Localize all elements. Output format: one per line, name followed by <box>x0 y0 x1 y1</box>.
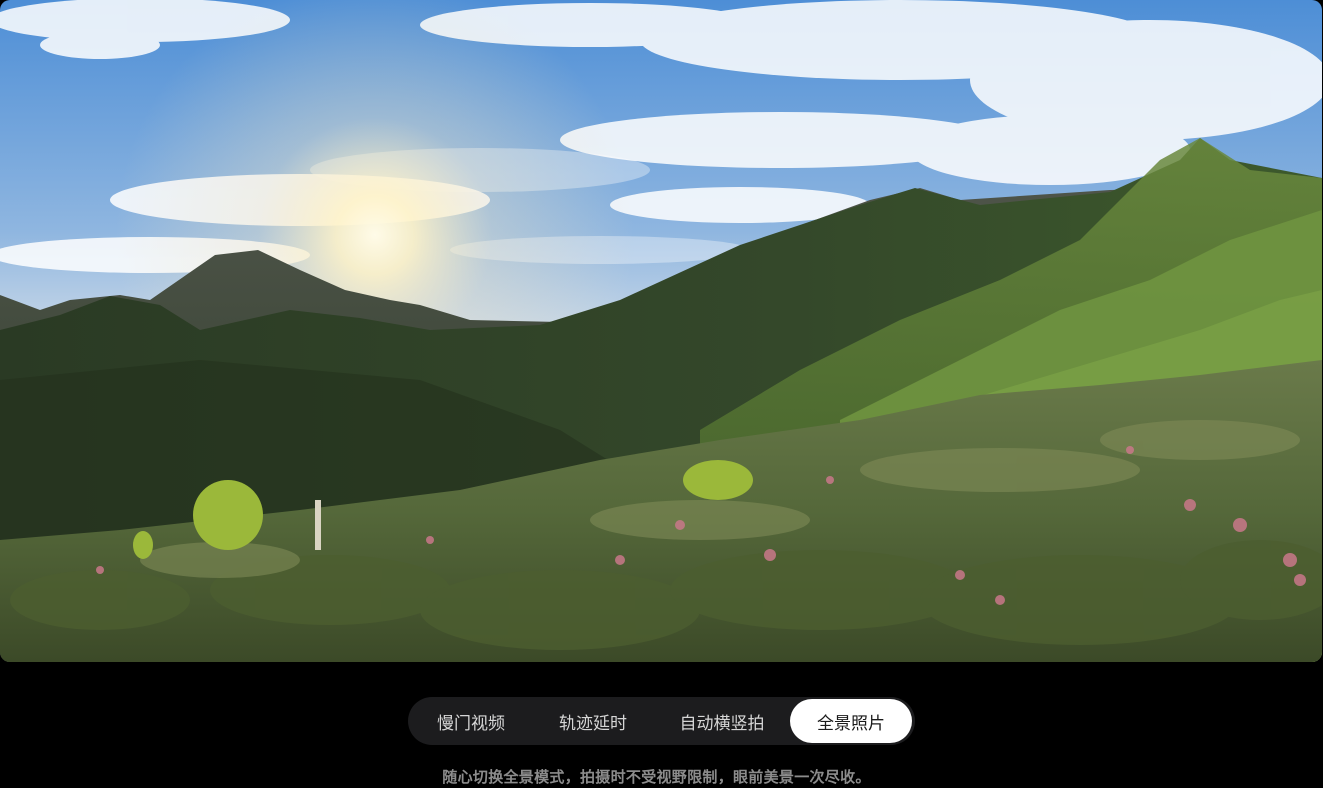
tab-slow-shutter-video[interactable]: 慢门视频 <box>410 699 532 743</box>
landscape-image <box>0 0 1322 662</box>
tab-trajectory-timelapse[interactable]: 轨迹延时 <box>532 699 654 743</box>
mode-tab-bar: 慢门视频 轨迹延时 自动横竖拍 全景照片 <box>408 697 915 745</box>
panorama-photo <box>0 0 1322 662</box>
page: 慢门视频 轨迹延时 自动横竖拍 全景照片 随心切换全景模式，拍摄时不受视野限制，… <box>0 0 1323 788</box>
tab-panorama-photo[interactable]: 全景照片 <box>790 699 912 743</box>
feature-caption: 随心切换全景模式，拍摄时不受视野限制，眼前美景一次尽收。 <box>442 768 871 786</box>
tab-auto-orientation[interactable]: 自动横竖拍 <box>654 699 790 743</box>
